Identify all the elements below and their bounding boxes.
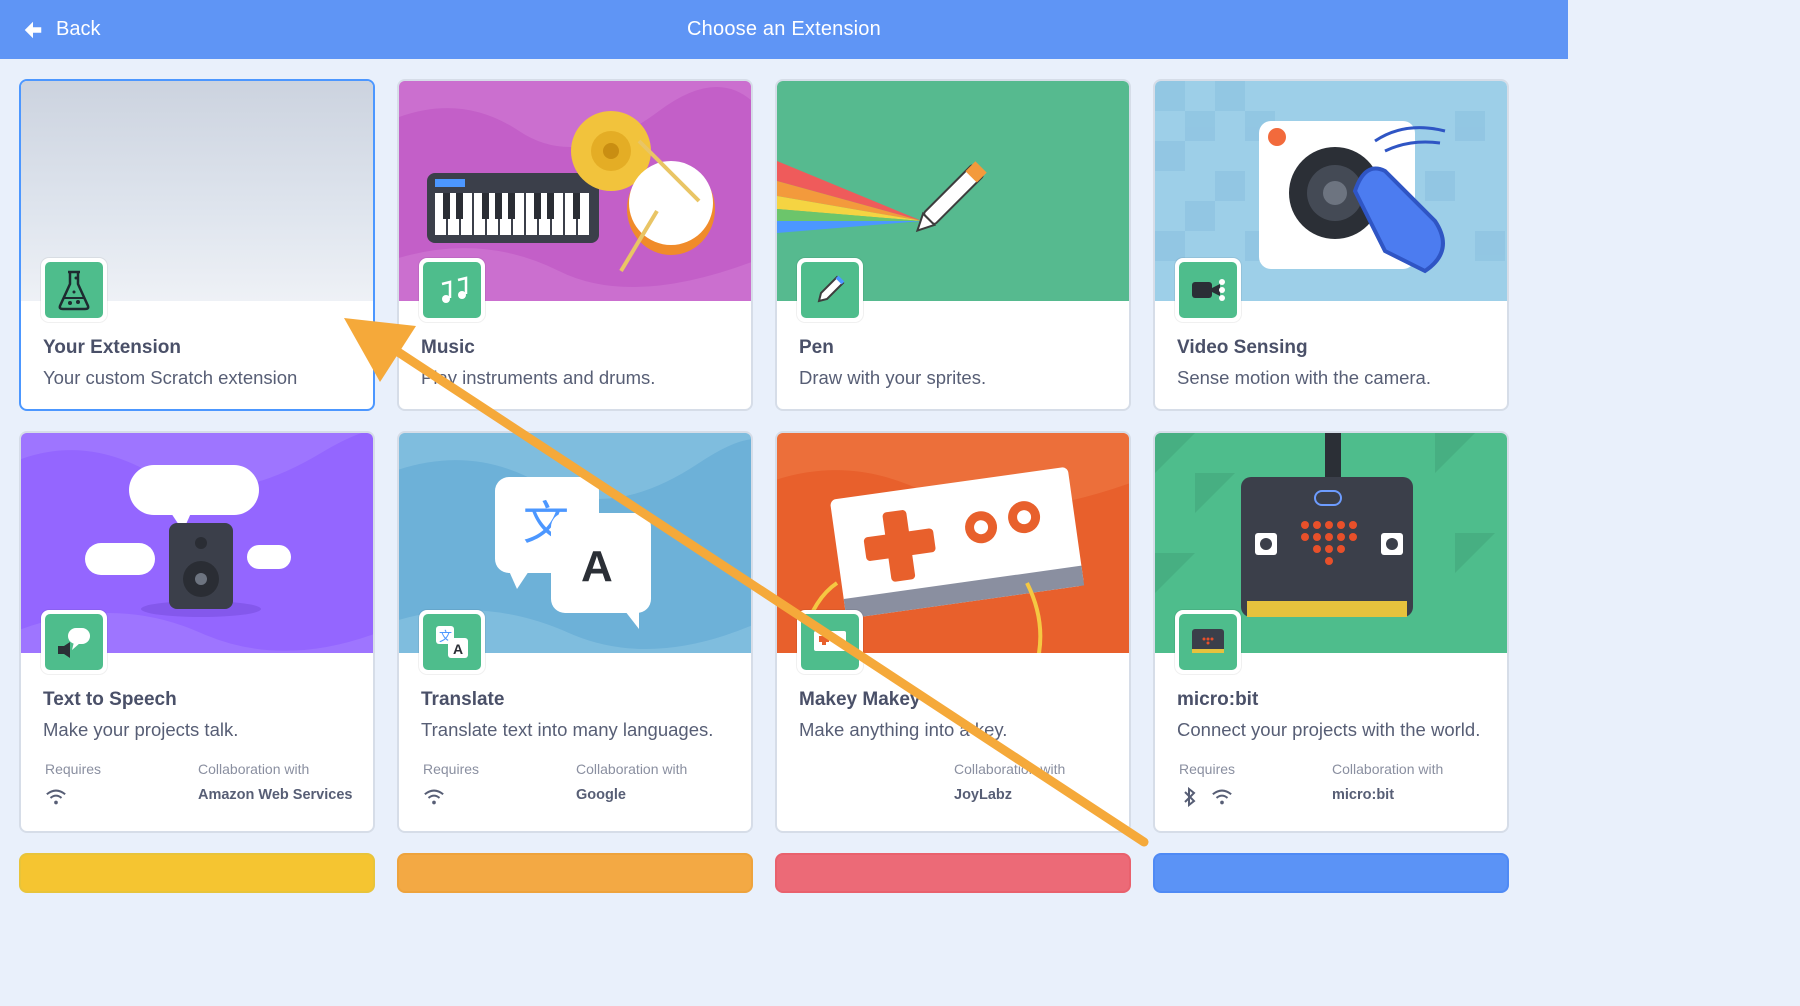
extension-card-your-extension[interactable]: Your Extension Your custom Scratch exten…: [19, 79, 375, 411]
wifi-icon: [1211, 787, 1233, 807]
extension-card-makey-makey[interactable]: Makey Makey Make anything into a key. Co…: [775, 431, 1131, 833]
pen-icon: [817, 275, 845, 303]
bluetooth-icon: [1179, 787, 1201, 807]
extension-name: Makey Makey: [799, 689, 921, 710]
extension-name: Music: [421, 337, 475, 358]
extension-name: micro:bit: [1177, 689, 1259, 710]
speech-bubble-icon: [58, 628, 90, 658]
extension-icon-badge: [797, 258, 863, 322]
video-camera-icon: [1192, 279, 1225, 301]
extension-card-text-to-speech[interactable]: Text to Speech Make your projects talk. …: [19, 431, 375, 833]
extension-card-pen[interactable]: Pen Draw with your sprites.: [775, 79, 1131, 411]
extension-icon-badge: 文A: [419, 610, 485, 674]
extension-card-video-sensing[interactable]: Video Sensing Sense motion with the came…: [1153, 79, 1509, 411]
extension-description: Your custom Scratch extension: [43, 367, 298, 388]
extension-card-partial[interactable]: [1153, 853, 1509, 893]
extension-card-partial[interactable]: [19, 853, 375, 893]
back-label: Back: [56, 18, 101, 40]
extension-icon-badge: [1175, 258, 1241, 322]
extension-card-translate[interactable]: 文 A 文A Translate Translate text into man…: [397, 431, 753, 833]
extension-description: Play instruments and drums.: [421, 367, 656, 388]
collaboration-partner: Google: [576, 787, 626, 803]
extension-description: Make anything into a key.: [799, 719, 1008, 740]
collaboration-label: Collaboration with: [576, 761, 688, 777]
requirements-icons: [1179, 787, 1233, 807]
wifi-icon: [423, 787, 445, 807]
collaboration-partner: JoyLabz: [954, 787, 1013, 803]
svg-text:A: A: [581, 542, 613, 591]
extension-icon-badge: [41, 258, 107, 322]
collaboration-label: Collaboration with: [1332, 761, 1444, 777]
header-bar: Back Choose an Extension: [0, 0, 1568, 59]
extension-card-partial[interactable]: [397, 853, 753, 893]
extension-icon-badge: [797, 610, 863, 674]
extension-description: Make your projects talk.: [43, 719, 239, 740]
translate-icon: 文A: [436, 626, 468, 658]
extension-description: Sense motion with the camera.: [1177, 367, 1431, 388]
requires-label: Requires: [423, 761, 480, 777]
extension-description: Connect your projects with the world.: [1177, 719, 1481, 740]
collaboration-label: Collaboration with: [198, 761, 310, 777]
requirements-icons: [423, 787, 445, 807]
requirements-icons: [45, 787, 67, 807]
wifi-icon: [45, 787, 67, 807]
extension-name: Video Sensing: [1177, 337, 1308, 358]
extension-card-music[interactable]: Music Play instruments and drums.: [397, 79, 753, 411]
collaboration-partner: Amazon Web Services: [198, 787, 353, 803]
music-notes-icon: [441, 276, 468, 303]
extension-description: Translate text into many languages.: [421, 719, 714, 740]
svg-text:A: A: [453, 641, 463, 657]
flask-icon: [58, 270, 90, 311]
extension-icon-badge: [41, 610, 107, 674]
extension-name: Your Extension: [43, 337, 181, 358]
extension-icon-badge: [1175, 610, 1241, 674]
extension-name: Text to Speech: [43, 689, 177, 710]
makey-makey-icon: [814, 631, 846, 651]
arrow-left-icon: [24, 21, 42, 38]
collaboration-partner: micro:bit: [1332, 787, 1395, 803]
extension-name: Pen: [799, 337, 834, 358]
extension-card-microbit[interactable]: micro:bit Connect your projects with the…: [1153, 431, 1509, 833]
requires-label: Requires: [1179, 761, 1236, 777]
collaboration-label: Collaboration with: [954, 761, 1066, 777]
back-button[interactable]: Back: [22, 0, 100, 59]
page-title: Choose an Extension: [687, 18, 881, 40]
extension-card-partial[interactable]: [775, 853, 1131, 893]
microbit-icon: [1192, 629, 1224, 653]
extension-icon-badge: [419, 258, 485, 322]
requires-label: Requires: [45, 761, 102, 777]
extension-name: Translate: [421, 689, 505, 710]
extension-description: Draw with your sprites.: [799, 367, 987, 388]
